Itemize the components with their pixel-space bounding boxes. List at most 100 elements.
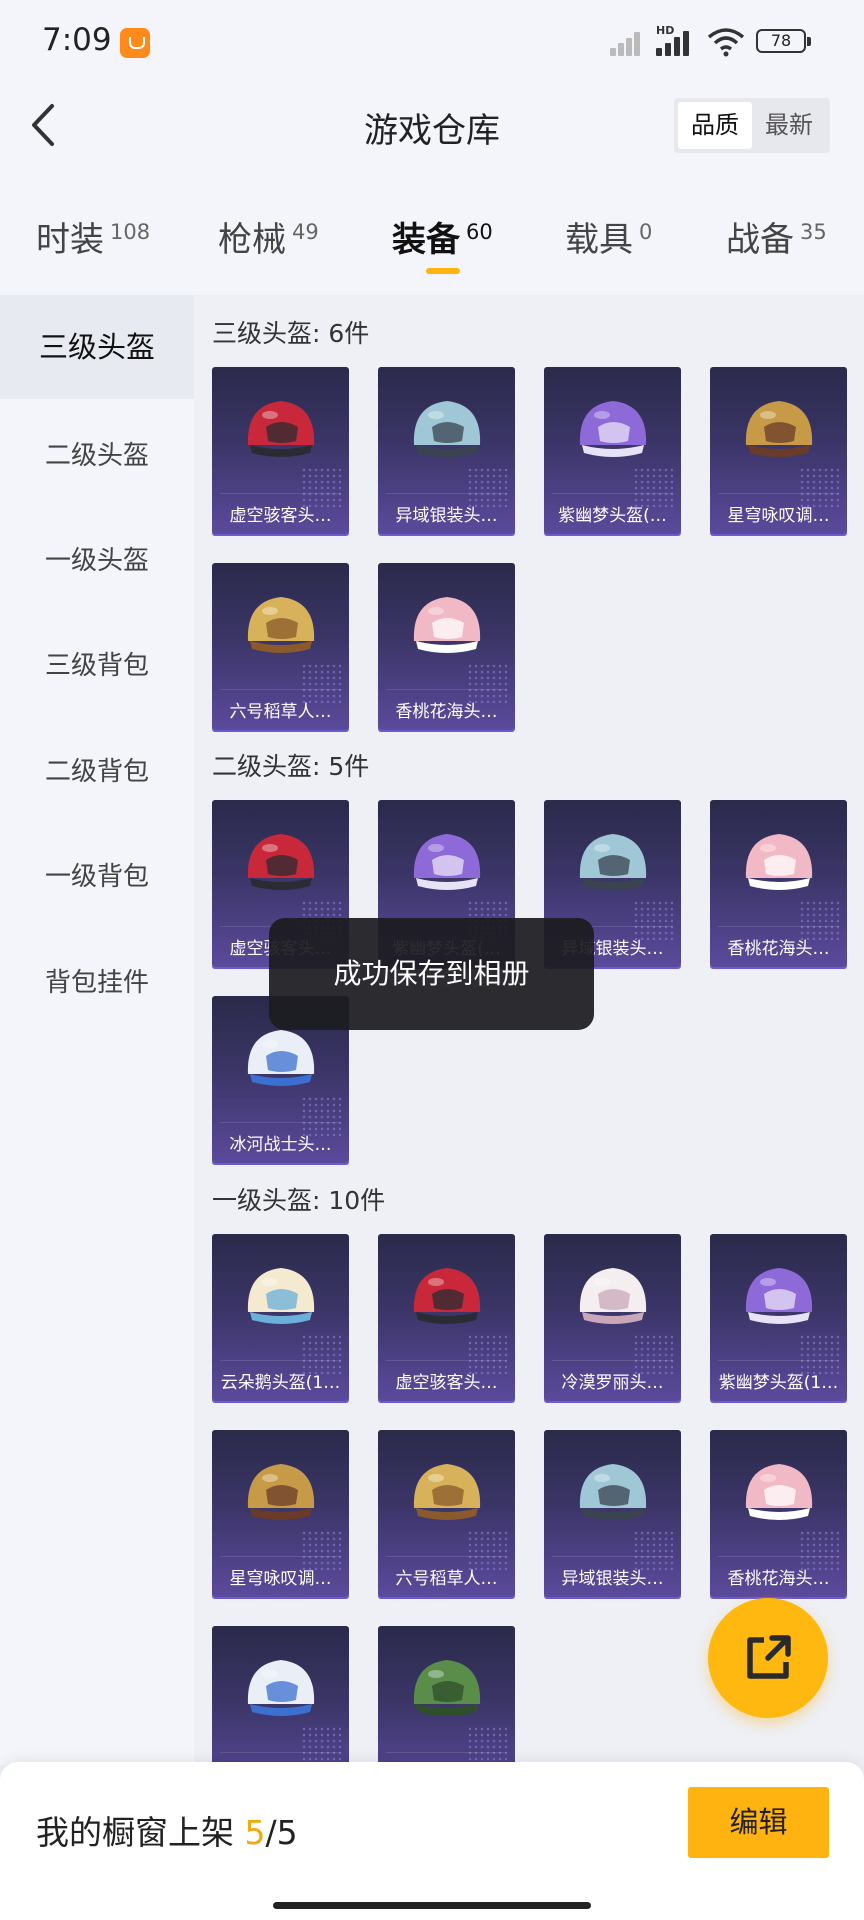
item-card[interactable]: 虚空骇客头… xyxy=(378,1234,515,1401)
item-card[interactable]: 香桃花海头… xyxy=(378,563,515,730)
sidebar-item-level3-backpack[interactable]: 三级背包 xyxy=(0,645,194,682)
sidebar-item-level2-backpack[interactable]: 二级背包 xyxy=(0,751,194,788)
helmet-purple-icon xyxy=(745,1268,813,1324)
item-card[interactable]: 异域银装头… xyxy=(378,367,515,534)
signal-weak-icon xyxy=(610,28,644,56)
card-divider xyxy=(386,493,507,494)
sort-newest-button[interactable]: 最新 xyxy=(752,102,826,149)
wifi-icon xyxy=(707,28,745,57)
helmet-pink-icon xyxy=(745,834,813,890)
helmet-silver-icon xyxy=(579,834,647,890)
card-divider xyxy=(220,689,341,690)
card-divider xyxy=(220,1752,341,1753)
item-card[interactable]: 紫幽梦头盔(1… xyxy=(710,1234,847,1401)
card-divider xyxy=(220,1360,341,1361)
item-name: 冷漠罗丽头… xyxy=(561,1373,664,1393)
sidebar-item-level2-helmet[interactable]: 二级头盔 xyxy=(0,435,194,472)
item-name: 六号稻草人… xyxy=(229,702,332,722)
item-name: 异域银装头… xyxy=(561,1569,664,1589)
helmet-silver-icon xyxy=(579,1464,647,1520)
item-card[interactable]: 紫幽梦头盔(… xyxy=(544,367,681,534)
item-card[interactable]: 星穹咏叹调… xyxy=(710,367,847,534)
item-card[interactable]: 香桃花海头… xyxy=(710,800,847,967)
share-button[interactable] xyxy=(708,1598,828,1718)
signal-full-icon xyxy=(656,28,696,56)
card-divider xyxy=(386,689,507,690)
item-card[interactable]: 六号稻草人… xyxy=(212,563,349,730)
item-name: 六号稻草人… xyxy=(395,1569,498,1589)
helmet-straw-icon xyxy=(247,597,315,653)
helmet-purple-icon xyxy=(413,834,481,890)
helmet-gold-icon xyxy=(745,401,813,457)
helmet-straw-icon xyxy=(413,1464,481,1520)
share-export-icon xyxy=(747,1635,791,1679)
tab-equipment[interactable]: 装备 60 xyxy=(392,212,493,261)
helmet-silver-icon xyxy=(413,401,481,457)
helmet-gold-icon xyxy=(247,1464,315,1520)
card-divider xyxy=(386,1360,507,1361)
bottom-bar: 我的橱窗上架 5/5 编辑 xyxy=(0,1762,864,1920)
helmet-cloud-icon xyxy=(247,1268,315,1324)
toast-message: 成功保存到相册 xyxy=(269,918,594,1030)
item-name: 星穹咏叹调… xyxy=(727,506,830,526)
category-sidebar: 三级头盔 二级头盔 一级头盔 三级背包 二级背包 一级背包 背包挂件 xyxy=(0,295,194,1765)
active-tab-indicator xyxy=(426,268,460,274)
section-title-level1: 一级头盔: 10件 xyxy=(212,1186,386,1215)
item-name: 异域银装头… xyxy=(395,506,498,526)
card-divider xyxy=(718,1556,839,1557)
item-card[interactable]: 冷漠罗丽头… xyxy=(544,1234,681,1401)
card-divider xyxy=(552,1556,673,1557)
item-name: 云朵鹅头盔(1… xyxy=(220,1373,341,1393)
tab-guns[interactable]: 枪械 49 xyxy=(218,212,319,261)
item-card[interactable]: 云朵鹅头盔(1… xyxy=(212,1234,349,1401)
tab-vehicles[interactable]: 载具 0 xyxy=(565,212,652,261)
card-divider xyxy=(718,1360,839,1361)
item-name: 虚空骇客头… xyxy=(395,1373,498,1393)
sidebar-item-backpack-charm[interactable]: 背包挂件 xyxy=(0,962,194,999)
item-name: 星穹咏叹调… xyxy=(229,1569,332,1589)
item-name: 香桃花海头… xyxy=(727,1569,830,1589)
sidebar-item-level1-helmet[interactable]: 一级头盔 xyxy=(0,540,194,577)
card-divider xyxy=(718,926,839,927)
home-indicator xyxy=(273,1902,591,1909)
item-name: 冰河战士头… xyxy=(229,1135,332,1155)
item-name: 紫幽梦头盔(… xyxy=(558,506,667,526)
sidebar-item-level1-backpack[interactable]: 一级背包 xyxy=(0,856,194,893)
sidebar-item-level3-helmet[interactable]: 三级头盔 xyxy=(0,295,194,399)
card-divider xyxy=(552,1360,673,1361)
item-card[interactable]: 星穹咏叹调… xyxy=(212,1430,349,1597)
card-divider xyxy=(220,1556,341,1557)
item-card[interactable]: 异域银装头… xyxy=(544,1430,681,1597)
helmet-ice-icon xyxy=(247,1660,315,1716)
edit-button[interactable]: 编辑 xyxy=(688,1787,829,1858)
section-title-level3: 三级头盔: 6件 xyxy=(212,319,370,348)
battery-icon: 78 xyxy=(756,29,811,53)
card-divider xyxy=(220,493,341,494)
item-name: 香桃花海头… xyxy=(395,702,498,722)
status-bar: 7:09 HD 78 xyxy=(0,0,864,84)
item-card[interactable]: 虚空骇客头… xyxy=(212,367,349,534)
item-card[interactable]: 六号稻草人… xyxy=(378,1430,515,1597)
status-time: 7:09 xyxy=(42,22,112,58)
helmet-white-icon xyxy=(579,1268,647,1324)
item-card[interactable]: 香桃花海头… xyxy=(710,1430,847,1597)
helmet-red-icon xyxy=(413,1268,481,1324)
item-name: 虚空骇客头… xyxy=(229,506,332,526)
helmet-red-icon xyxy=(247,834,315,890)
sort-toggle: 品质 最新 xyxy=(674,98,830,153)
tab-gear[interactable]: 战备 35 xyxy=(726,212,827,261)
sort-quality-button[interactable]: 品质 xyxy=(678,102,752,149)
card-divider xyxy=(552,493,673,494)
item-name: 香桃花海头… xyxy=(727,939,830,959)
item-name: 紫幽梦头盔(1… xyxy=(718,1373,839,1393)
showcase-count: 我的橱窗上架 5/5 xyxy=(36,1813,298,1852)
helmet-green-icon xyxy=(413,1660,481,1716)
helmet-pink-icon xyxy=(413,597,481,653)
section-title-level2: 二级头盔: 5件 xyxy=(212,752,370,781)
helmet-pink-icon xyxy=(745,1464,813,1520)
tab-fashion[interactable]: 时装 108 xyxy=(36,212,150,261)
card-divider xyxy=(220,1122,341,1123)
card-divider xyxy=(386,1556,507,1557)
notification-app-icon xyxy=(120,28,150,58)
card-divider xyxy=(386,1752,507,1753)
